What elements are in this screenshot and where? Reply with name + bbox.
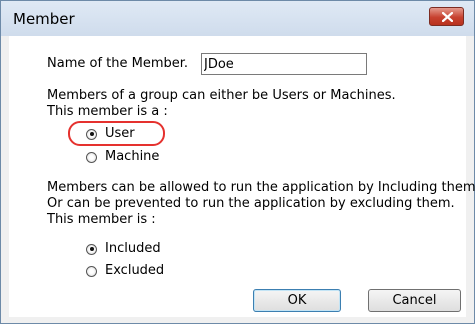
radio-user-label: User xyxy=(105,126,135,141)
title-bar[interactable]: Member xyxy=(1,1,474,36)
radio-button-unchecked[interactable] xyxy=(86,265,97,277)
radio-excluded[interactable]: Excluded xyxy=(86,263,164,279)
radio-machine[interactable]: Machine xyxy=(86,149,159,165)
ok-button[interactable]: OK xyxy=(253,289,341,312)
type-description-line1: Members of a group can either be Users o… xyxy=(47,88,396,103)
name-label: Name of the Member. xyxy=(47,56,189,71)
include-description-line1: Members can be allowed to run the applic… xyxy=(47,180,475,195)
radio-button-checked[interactable] xyxy=(86,243,97,255)
radio-button-checked[interactable] xyxy=(86,128,97,140)
cancel-button[interactable]: Cancel xyxy=(368,289,461,312)
close-icon xyxy=(442,12,453,22)
dialog-body: Name of the Member. Members of a group c… xyxy=(9,36,475,317)
include-description-line3: This member is : xyxy=(47,212,156,227)
member-dialog: Member Name of the Member. Members of a … xyxy=(0,0,475,324)
member-name-input[interactable] xyxy=(201,53,367,75)
radio-included-label: Included xyxy=(105,241,161,256)
window-title: Member xyxy=(13,10,75,28)
radio-machine-label: Machine xyxy=(105,149,160,164)
radio-user[interactable]: User xyxy=(86,126,135,142)
radio-included[interactable]: Included xyxy=(86,241,161,257)
radio-button-unchecked[interactable] xyxy=(86,151,97,163)
include-description-line2: Or can be prevented to run the applicati… xyxy=(47,196,455,211)
type-description-line2: This member is a : xyxy=(47,104,168,119)
radio-excluded-label: Excluded xyxy=(105,263,165,278)
close-button[interactable] xyxy=(429,7,464,26)
